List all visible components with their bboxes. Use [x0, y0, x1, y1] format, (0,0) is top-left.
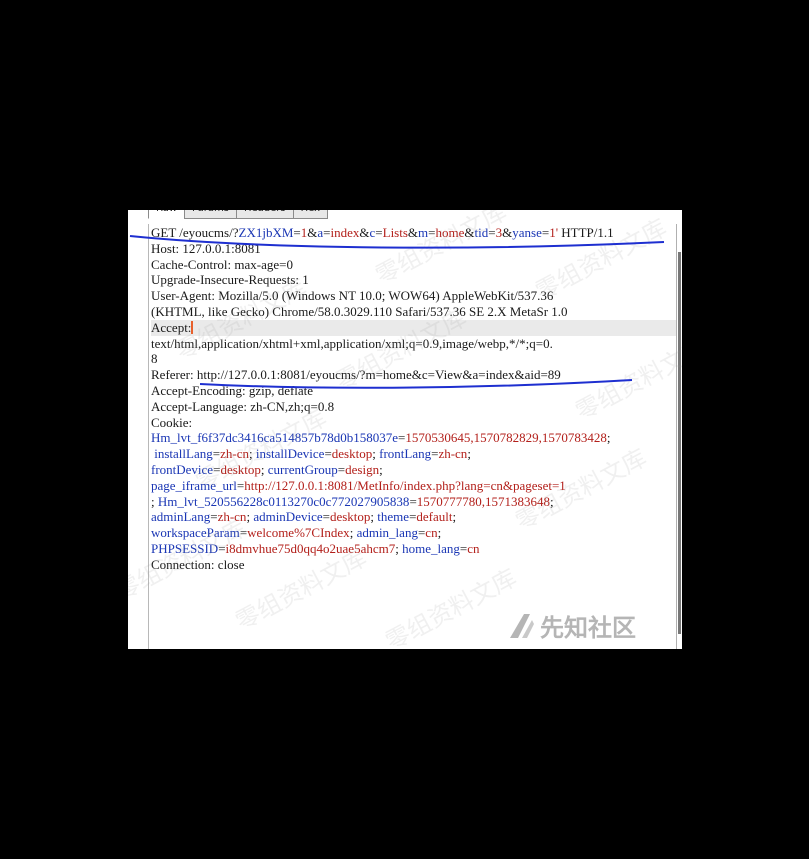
tab-params[interactable]: Params	[184, 210, 237, 219]
xianzhi-logo-icon	[510, 613, 534, 638]
request-line: GET /eyoucms/?ZX1jbXM=1&a=index&c=Lists&…	[151, 225, 614, 240]
user-agent-header: User-Agent: Mozilla/5.0 (Windows NT 10.0…	[151, 288, 554, 304]
scrollbar-thumb[interactable]	[678, 252, 681, 634]
xianzhi-watermark: 先知社区	[508, 608, 636, 643]
text-cursor	[191, 320, 194, 334]
upgrade-insecure-header: Upgrade-Insecure-Requests: 1	[151, 272, 309, 288]
tab-raw[interactable]: Raw	[148, 210, 186, 219]
cookie-line-7: workspaceParam=welcome%7CIndex; admin_la…	[151, 525, 442, 541]
tab-headers[interactable]: Headers	[235, 210, 294, 219]
http-request-panel: Raw Params Headers Hex GET /eyoucms/?ZX1…	[128, 210, 682, 649]
cookie-line-8: PHPSESSID=i8dmvhue75d0qq4o2uae5ahcm7; ho…	[151, 540, 480, 556]
request-tabs: Raw Params Headers Hex	[148, 210, 328, 219]
tab-hex[interactable]: Hex	[292, 210, 328, 219]
accept-value-continued: 8	[151, 351, 158, 367]
accept-value: text/html,application/xhtml+xml,applicat…	[151, 335, 553, 351]
host-header: Host: 127.0.0.1:8081	[151, 240, 261, 256]
cookie-line-5: ; Hm_lvt_520556228c0113270c0c77202790583…	[151, 493, 554, 509]
cookie-line-3: frontDevice=desktop; currentGroup=design…	[151, 461, 383, 477]
referer-header: Referer: http://127.0.0.1:8081/eyoucms/?…	[151, 367, 561, 383]
user-agent-continued: (KHTML, like Gecko) Chrome/58.0.3029.110…	[151, 303, 568, 319]
cookie-line-4: page_iframe_url=http://127.0.0.1:8081/Me…	[151, 477, 566, 493]
cookie-line-2: installLang=zh-cn; installDevice=desktop…	[154, 446, 471, 462]
accept-language-header: Accept-Language: zh-CN,zh;q=0.8	[151, 398, 335, 414]
cookie-line-6: adminLang=zh-cn; adminDevice=desktop; th…	[151, 509, 457, 525]
accept-encoding-header: Accept-Encoding: gzip, deflate	[151, 382, 314, 398]
accept-header-current-line: Accept:	[151, 319, 677, 336]
request-editor[interactable]: GET /eyoucms/?ZX1jbXM=1&a=index&c=Lists&…	[148, 224, 677, 649]
connection-header: Connection: close	[151, 556, 245, 572]
request-text: GET /eyoucms/?ZX1jbXM=1&a=index&c=Lists&…	[151, 225, 677, 573]
cache-control-header: Cache-Control: max-age=0	[151, 256, 293, 272]
vertical-scrollbar[interactable]	[676, 224, 682, 649]
cookie-header: Cookie:	[151, 414, 193, 430]
cookie-line-1: Hm_lvt_f6f37dc3416ca514857b78d0b158037e=…	[151, 430, 611, 446]
